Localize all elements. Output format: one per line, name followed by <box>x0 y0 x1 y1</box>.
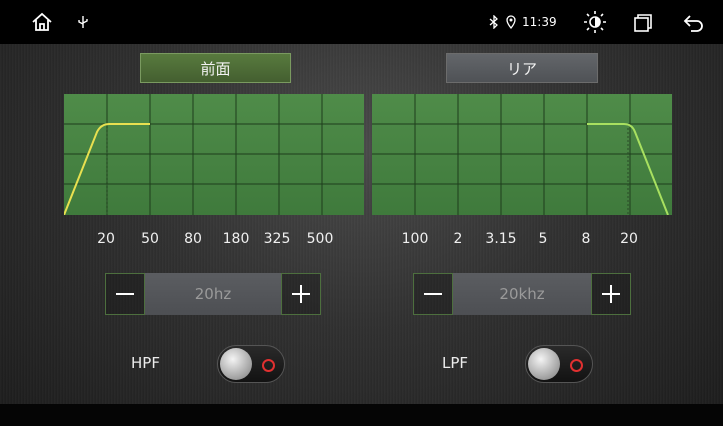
hpf-toggle[interactable] <box>217 345 285 383</box>
rear-freq-label: 5 <box>538 231 548 247</box>
usb-icon <box>76 14 90 30</box>
rear-crossover-graph <box>372 94 672 215</box>
plus-icon <box>292 285 310 303</box>
home-icon[interactable] <box>30 10 54 34</box>
rear-freq-label: 8 <box>581 231 591 247</box>
toggle-off-indicator-icon <box>262 359 275 372</box>
brightness-icon[interactable] <box>582 9 608 35</box>
toggle-knob <box>528 348 560 380</box>
tab-rear[interactable]: リア <box>446 53 598 83</box>
location-icon <box>505 14 517 30</box>
rear-freq-label: 3.15 <box>485 231 517 247</box>
tab-front[interactable]: 前面 <box>140 53 291 83</box>
front-freq-label: 180 <box>222 231 250 247</box>
front-freq-label: 325 <box>263 231 291 247</box>
back-icon[interactable] <box>682 12 706 34</box>
front-freq-label: 50 <box>141 231 159 247</box>
rear-freq-label: 2 <box>453 231 463 247</box>
front-increase-button[interactable] <box>281 273 321 315</box>
status-bar: 11:39 <box>0 0 723 44</box>
toggle-off-indicator-icon <box>570 359 583 372</box>
rear-freq-label: 100 <box>401 231 429 247</box>
rear-frequency-value: 20khz <box>453 273 591 315</box>
rear-frequency-stepper: 20khz <box>413 273 631 315</box>
front-decrease-button[interactable] <box>105 273 145 315</box>
front-freq-label: 500 <box>306 231 334 247</box>
front-crossover-graph <box>64 94 364 215</box>
front-freq-label: 80 <box>184 231 202 247</box>
recent-apps-icon[interactable] <box>632 12 654 34</box>
bottom-edge <box>0 404 723 426</box>
plus-icon <box>602 285 620 303</box>
bluetooth-icon <box>488 14 500 30</box>
front-freq-label: 20 <box>97 231 115 247</box>
hpf-label: HPF <box>131 354 160 372</box>
rear-freq-label: 20 <box>620 231 638 247</box>
front-frequency-stepper: 20hz <box>105 273 321 315</box>
clock: 11:39 <box>522 15 557 29</box>
lpf-label: LPF <box>442 354 469 372</box>
minus-icon <box>116 293 134 295</box>
minus-icon <box>424 293 442 295</box>
front-frequency-value: 20hz <box>145 273 281 315</box>
rear-decrease-button[interactable] <box>413 273 453 315</box>
lpf-toggle[interactable] <box>525 345 593 383</box>
toggle-knob <box>220 348 252 380</box>
rear-increase-button[interactable] <box>591 273 631 315</box>
